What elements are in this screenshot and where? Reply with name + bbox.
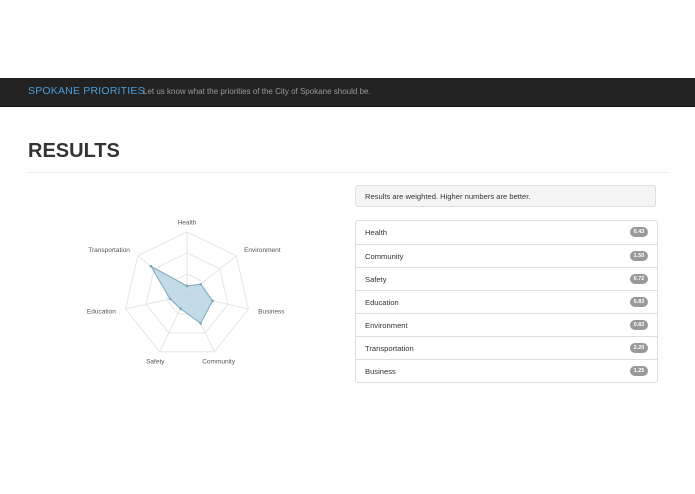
page: SPOKANE PRIORITIES Let us know what the … — [0, 0, 695, 494]
score-badge: 0.83 — [630, 297, 648, 307]
radar-axis-label: Community — [202, 358, 236, 365]
list-item: Environment 0.83 — [356, 313, 657, 336]
radar-data-area — [149, 264, 214, 325]
results-note-text: Results are weighted. Higher numbers are… — [365, 192, 531, 201]
score-badge: 0.43 — [630, 227, 648, 237]
list-item: Community 1.50 — [356, 244, 657, 267]
radar-data-point — [168, 297, 172, 301]
list-item: Health 0.43 — [356, 221, 657, 244]
radar-axis-label: Safety — [146, 358, 165, 365]
navbar-tagline: Let us know what the priorities of the C… — [143, 87, 371, 96]
radar-data-point — [199, 282, 202, 286]
navbar: SPOKANE PRIORITIES Let us know what the … — [0, 78, 695, 107]
score-badge: 1.25 — [630, 366, 648, 376]
radar-data-point — [149, 264, 153, 268]
radar-data-point — [211, 299, 214, 303]
result-label: Transportation — [365, 344, 414, 353]
brand-link[interactable]: SPOKANE PRIORITIES — [28, 85, 145, 97]
radar-data-point — [185, 284, 189, 288]
result-label: Health — [365, 228, 387, 237]
score-badge: 1.50 — [630, 251, 648, 261]
result-label: Safety — [365, 275, 387, 284]
results-list: Health 0.43 Community 1.50 Safety 0.72 E… — [355, 220, 658, 383]
radar-data-point — [199, 322, 202, 325]
list-item: Transportation 2.20 — [356, 336, 657, 359]
result-label: Community — [365, 252, 404, 261]
score-badge: 0.72 — [630, 274, 648, 284]
list-item: Safety 0.72 — [356, 267, 657, 290]
results-note: Results are weighted. Higher numbers are… — [355, 185, 656, 207]
score-badge: 2.20 — [630, 343, 648, 353]
result-label: Environment — [365, 321, 408, 330]
radar-axis-label: Business — [258, 309, 285, 316]
radar-axis-label: Health — [178, 220, 197, 227]
result-label: Business — [365, 367, 396, 376]
score-badge: 0.83 — [630, 320, 648, 330]
title-divider — [28, 172, 668, 173]
radar-axis-label: Education — [87, 309, 116, 316]
list-item: Business 1.25 — [356, 359, 657, 382]
radar-axis-label: Environment — [244, 247, 281, 254]
page-title: RESULTS — [28, 140, 120, 162]
radar-chart-svg: Health Environment Business Community Safety… — [87, 220, 285, 366]
radar-data-point — [179, 307, 182, 310]
result-label: Education — [365, 298, 399, 307]
radar-axis-label: Transportation — [88, 247, 130, 254]
radar-chart: Health Environment Business Community Safety… — [60, 208, 320, 388]
list-item: Education 0.83 — [356, 290, 657, 313]
